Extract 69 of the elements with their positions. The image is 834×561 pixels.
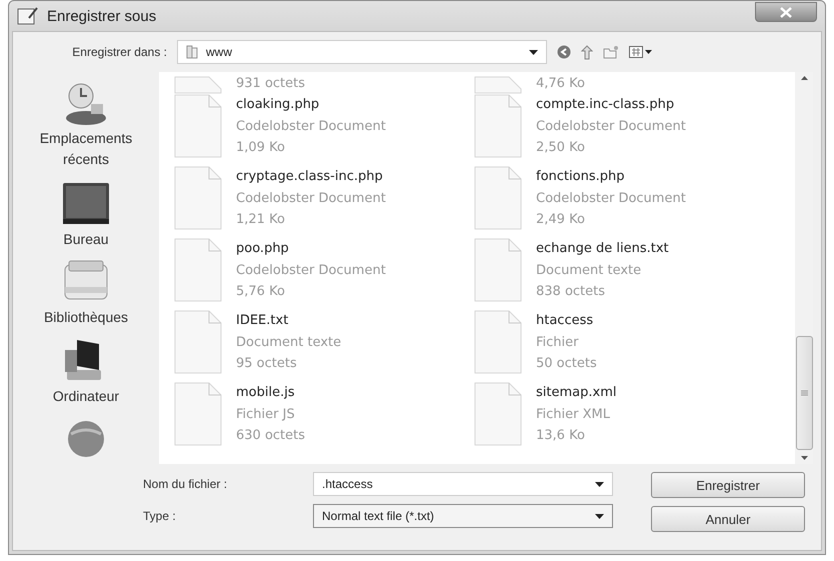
save-document-icon [17, 6, 39, 26]
file-size: 13,6 Ko [536, 427, 586, 445]
file-icon [174, 382, 222, 446]
file-name[interactable]: sitemap.xml [536, 382, 616, 404]
close-button[interactable] [755, 2, 817, 22]
file-type: Fichier XML [536, 406, 611, 424]
file-icon [474, 310, 522, 374]
filename-label: Nom du fichier : [143, 476, 228, 493]
file-type: Document texte [536, 262, 642, 280]
save-button[interactable]: Enregistrer [651, 472, 805, 498]
file-size: 1,09 Ko [236, 139, 286, 157]
filename-field[interactable]: .htaccess [313, 472, 613, 496]
file-size: 931 octets [236, 74, 306, 92]
file-size: 2,50 Ko [536, 139, 586, 157]
file-size: 630 octets [236, 427, 306, 445]
file-type: Codelobster Document [236, 262, 386, 280]
file-size: 838 octets [536, 283, 606, 301]
file-size: 5,76 Ko [236, 283, 286, 301]
file-name[interactable]: htaccess [536, 310, 597, 332]
file-name[interactable]: IDEE.txt [236, 310, 342, 332]
sidebar-item[interactable]: Emplacements récents [26, 128, 146, 170]
file-size: 2,49 Ko [536, 211, 586, 229]
file-size: 95 octets [236, 355, 298, 373]
scroll-down-icon[interactable] [800, 456, 808, 460]
file-type: Codelobster Document [236, 118, 386, 136]
file-type: Fichier JS [236, 406, 296, 424]
file-size: 50 octets [536, 355, 597, 373]
file-name[interactable]: echange de liens.txt [536, 238, 669, 260]
file-size: 1,21 Ko [236, 211, 286, 229]
dropdown-caret-icon[interactable] [595, 482, 604, 486]
file-type: Codelobster Document [236, 190, 386, 208]
cancel-button[interactable]: Annuler [651, 506, 805, 532]
dropdown-caret-icon[interactable] [595, 514, 604, 518]
dropdown-caret-icon[interactable] [529, 50, 538, 54]
location-dropdown[interactable]: www [177, 40, 547, 64]
view-menu-icon[interactable] [629, 46, 653, 58]
file-name[interactable]: mobile.js [236, 382, 306, 404]
sidebar-item[interactable]: Bureau [26, 228, 146, 250]
folder-icon [186, 45, 198, 59]
file-icon [474, 238, 522, 302]
file-type: Codelobster Document [536, 118, 686, 136]
location-value: www [206, 45, 233, 59]
file-size: 4,76 Ko [536, 74, 585, 92]
window-title: Enregistrer sous [47, 8, 158, 24]
file-name[interactable]: compte.inc-class.php [536, 94, 686, 116]
file-icon [174, 238, 222, 302]
file-name[interactable]: fonctions.php [536, 166, 686, 188]
back-icon[interactable] [557, 45, 571, 59]
type-dropdown[interactable]: Normal text file (*.txt) [313, 504, 613, 528]
new-folder-icon[interactable] [603, 45, 619, 59]
file-icon [474, 166, 522, 230]
file-name[interactable]: cryptage.class-inc.php [236, 166, 386, 188]
sidebar-item[interactable]: Ordinateur [26, 386, 146, 407]
close-icon[interactable] [780, 6, 792, 18]
file-icon [474, 382, 522, 446]
file-name[interactable]: poo.php [236, 238, 386, 260]
scroll-up-icon[interactable] [800, 76, 808, 80]
file-icon [174, 310, 222, 374]
sidebar-item[interactable]: Bibliothèques [26, 307, 146, 328]
file-type: Fichier [536, 334, 580, 352]
up-folder-icon[interactable] [581, 44, 593, 60]
save-in-label: Enregistrer dans : [71, 45, 167, 59]
grip-icon [800, 390, 808, 396]
file-icon [174, 166, 222, 230]
type-label: Type : [143, 508, 177, 525]
file-type: Document texte [236, 334, 342, 352]
file-type: Codelobster Document [536, 190, 686, 208]
file-name[interactable]: cloaking.php [236, 94, 386, 116]
scroll-thumb[interactable] [796, 336, 812, 450]
